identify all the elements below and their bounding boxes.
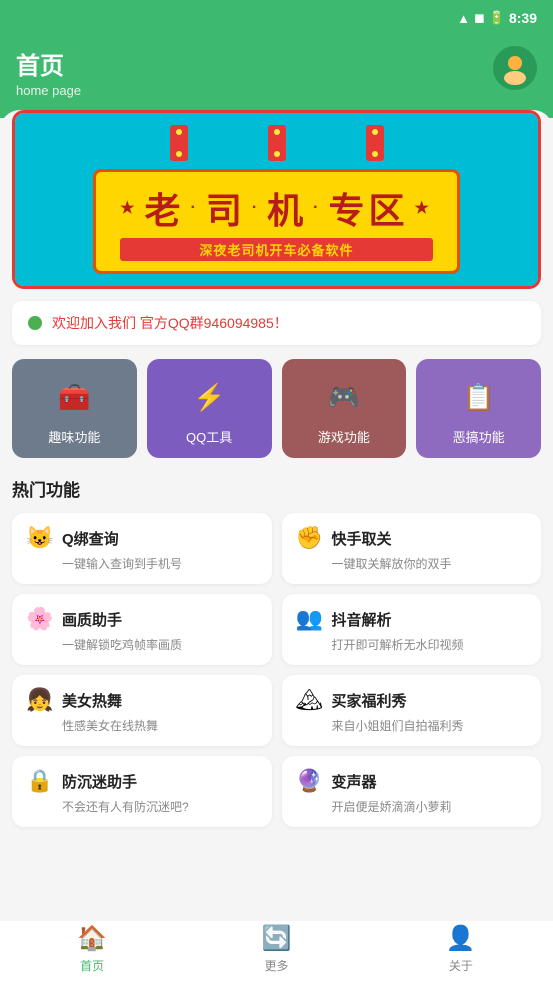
signal-icon: ◼ xyxy=(474,10,485,26)
hot-card-title-7: 变声器 xyxy=(332,771,377,792)
hot-card-desc-0: 一键输入查询到手机号 xyxy=(62,555,258,572)
header-title-block: 首页 home page xyxy=(16,46,81,98)
func-card-icon-0: 🧰 xyxy=(52,375,96,419)
hot-card-header-2: 🌸 画质助手 xyxy=(26,606,258,632)
hot-card-icon-3: 👥 xyxy=(296,606,324,632)
hot-card-desc-7: 开启便是娇滴滴小萝莉 xyxy=(332,798,528,815)
hot-card-title-6: 防沉迷助手 xyxy=(62,771,137,792)
hot-card-icon-2: 🌸 xyxy=(26,606,54,632)
hot-card-desc-5: 来自小姐姐们自拍福利秀 xyxy=(332,717,528,734)
hot-card-title-0: Q绑查询 xyxy=(62,528,119,549)
nav-label-0: 首页 xyxy=(80,957,104,974)
hot-card-desc-1: 一键取关解放你的双手 xyxy=(332,555,528,572)
star-deco-5: ★ xyxy=(415,198,433,218)
func-card-label-3: 恶搞功能 xyxy=(453,427,505,446)
banner-text-ji: 机 xyxy=(267,182,307,234)
hot-card-icon-1: ✊ xyxy=(296,525,324,551)
function-grid: 🧰 趣味功能 ⚡ QQ工具 🎮 游戏功能 📋 恶搞功能 xyxy=(12,359,541,458)
star-deco-3: · xyxy=(252,199,261,217)
hot-card-icon-6: 🔒 xyxy=(26,768,54,794)
banner-text-si: 司 xyxy=(206,182,246,234)
wifi-icon: ▲ xyxy=(457,11,470,26)
battery-icon: 🔋 xyxy=(489,10,505,26)
hot-card-title-4: 美女热舞 xyxy=(62,690,122,711)
hot-card-desc-2: 一键解锁吃鸡帧率画质 xyxy=(62,636,258,653)
hot-card-icon-4: 👧 xyxy=(26,687,54,713)
avatar[interactable] xyxy=(493,46,537,90)
hot-card-header-1: ✊ 快手取关 xyxy=(296,525,528,551)
star-deco-4: · xyxy=(313,199,322,217)
notice-dot xyxy=(28,316,42,330)
hot-card-desc-6: 不会还有人有防沉迷吧? xyxy=(62,798,258,815)
hot-card-desc-4: 性感美女在线热舞 xyxy=(62,717,258,734)
banner-container: ★ 老 · 司 · 机 · 专区 ★ 深夜老司机开车必备软件 xyxy=(12,110,541,289)
nav-item-0[interactable]: 🏠 首页 xyxy=(0,914,184,983)
nav-icon-0: 🏠 xyxy=(77,924,107,953)
nav-label-1: 更多 xyxy=(264,957,288,974)
banner-text-zone: 专区 xyxy=(329,182,409,234)
func-card-2[interactable]: 🎮 游戏功能 xyxy=(282,359,407,458)
nav-item-1[interactable]: 🔄 更多 xyxy=(184,914,368,983)
banner-text-content: 老 xyxy=(144,182,184,234)
hot-card-7[interactable]: 🔮 变声器 开启便是娇滴滴小萝莉 xyxy=(282,756,542,827)
nav-icon-1: 🔄 xyxy=(262,924,292,953)
status-bar: ▲ ◼ 🔋 8:39 xyxy=(0,0,553,36)
hot-card-0[interactable]: 😺 Q绑查询 一键输入查询到手机号 xyxy=(12,513,272,584)
func-card-icon-3: 📋 xyxy=(457,375,501,419)
banner-sign: ★ 老 · 司 · 机 · 专区 ★ 深夜老司机开车必备软件 xyxy=(93,169,460,274)
content-area: ★ 老 · 司 · 机 · 专区 ★ 深夜老司机开车必备软件 欢迎加入我们 xyxy=(12,110,541,921)
hot-card-icon-7: 🔮 xyxy=(296,768,324,794)
hot-card-2[interactable]: 🌸 画质助手 一键解锁吃鸡帧率画质 xyxy=(12,594,272,665)
func-card-icon-2: 🎮 xyxy=(322,375,366,419)
hot-card-title-1: 快手取关 xyxy=(332,528,392,549)
hot-card-icon-0: 😺 xyxy=(26,525,54,551)
banner-main-text: ★ 老 · 司 · 机 · 专区 ★ xyxy=(120,182,433,234)
hot-card-3[interactable]: 👥 抖音解析 打开即可解析无水印视频 xyxy=(282,594,542,665)
func-card-icon-1: ⚡ xyxy=(187,375,231,419)
page-subtitle: home page xyxy=(16,83,81,98)
main-content: ★ 老 · 司 · 机 · 专区 ★ 深夜老司机开车必备软件 欢迎加入我们 xyxy=(0,110,553,921)
hot-card-header-6: 🔒 防沉迷助手 xyxy=(26,768,258,794)
banner-light-2 xyxy=(268,125,286,161)
func-card-label-0: 趣味功能 xyxy=(48,427,100,446)
hot-card-header-3: 👥 抖音解析 xyxy=(296,606,528,632)
hot-card-title-2: 画质助手 xyxy=(62,609,122,630)
hot-grid: 😺 Q绑查询 一键输入查询到手机号 ✊ 快手取关 一键取关解放你的双手 🌸 画质… xyxy=(12,513,541,827)
banner-light-3 xyxy=(366,125,384,161)
notice-text: 欢迎加入我们 官方QQ群946094985！ xyxy=(52,313,288,333)
bottom-nav: 🏠 首页 🔄 更多 👤 关于 xyxy=(0,913,553,983)
banner-lights xyxy=(170,125,384,161)
nav-icon-2: 👤 xyxy=(446,924,476,953)
header: 首页 home page xyxy=(0,36,553,118)
notice-bar: 欢迎加入我们 官方QQ群946094985！ xyxy=(12,301,541,345)
hot-card-4[interactable]: 👧 美女热舞 性感美女在线热舞 xyxy=(12,675,272,746)
hot-card-header-5: 🏔 买家福利秀 xyxy=(296,687,528,713)
banner-sub-text: 深夜老司机开车必备软件 xyxy=(120,238,433,261)
star-deco-1: ★ xyxy=(120,198,138,218)
func-card-label-2: 游戏功能 xyxy=(318,427,370,446)
func-card-0[interactable]: 🧰 趣味功能 xyxy=(12,359,137,458)
banner: ★ 老 · 司 · 机 · 专区 ★ 深夜老司机开车必备软件 xyxy=(15,113,538,286)
nav-item-2[interactable]: 👤 关于 xyxy=(369,914,553,983)
star-deco-2: · xyxy=(190,199,199,217)
hot-card-desc-3: 打开即可解析无水印视频 xyxy=(332,636,528,653)
hot-card-header-7: 🔮 变声器 xyxy=(296,768,528,794)
status-time: 8:39 xyxy=(509,10,537,26)
status-icons: ▲ ◼ 🔋 8:39 xyxy=(457,10,537,26)
func-card-3[interactable]: 📋 恶搞功能 xyxy=(416,359,541,458)
nav-label-2: 关于 xyxy=(449,957,473,974)
page-title: 首页 xyxy=(16,46,81,81)
hot-card-5[interactable]: 🏔 买家福利秀 来自小姐姐们自拍福利秀 xyxy=(282,675,542,746)
func-card-1[interactable]: ⚡ QQ工具 xyxy=(147,359,272,458)
hot-card-header-4: 👧 美女热舞 xyxy=(26,687,258,713)
banner-light-1 xyxy=(170,125,188,161)
hot-card-1[interactable]: ✊ 快手取关 一键取关解放你的双手 xyxy=(282,513,542,584)
hot-card-header-0: 😺 Q绑查询 xyxy=(26,525,258,551)
hot-card-title-3: 抖音解析 xyxy=(332,609,392,630)
func-card-label-1: QQ工具 xyxy=(186,427,232,446)
hot-card-title-5: 买家福利秀 xyxy=(332,690,407,711)
hot-card-icon-5: 🏔 xyxy=(296,687,324,713)
hot-card-6[interactable]: 🔒 防沉迷助手 不会还有人有防沉迷吧? xyxy=(12,756,272,827)
hot-section-title: 热门功能 xyxy=(12,476,541,501)
